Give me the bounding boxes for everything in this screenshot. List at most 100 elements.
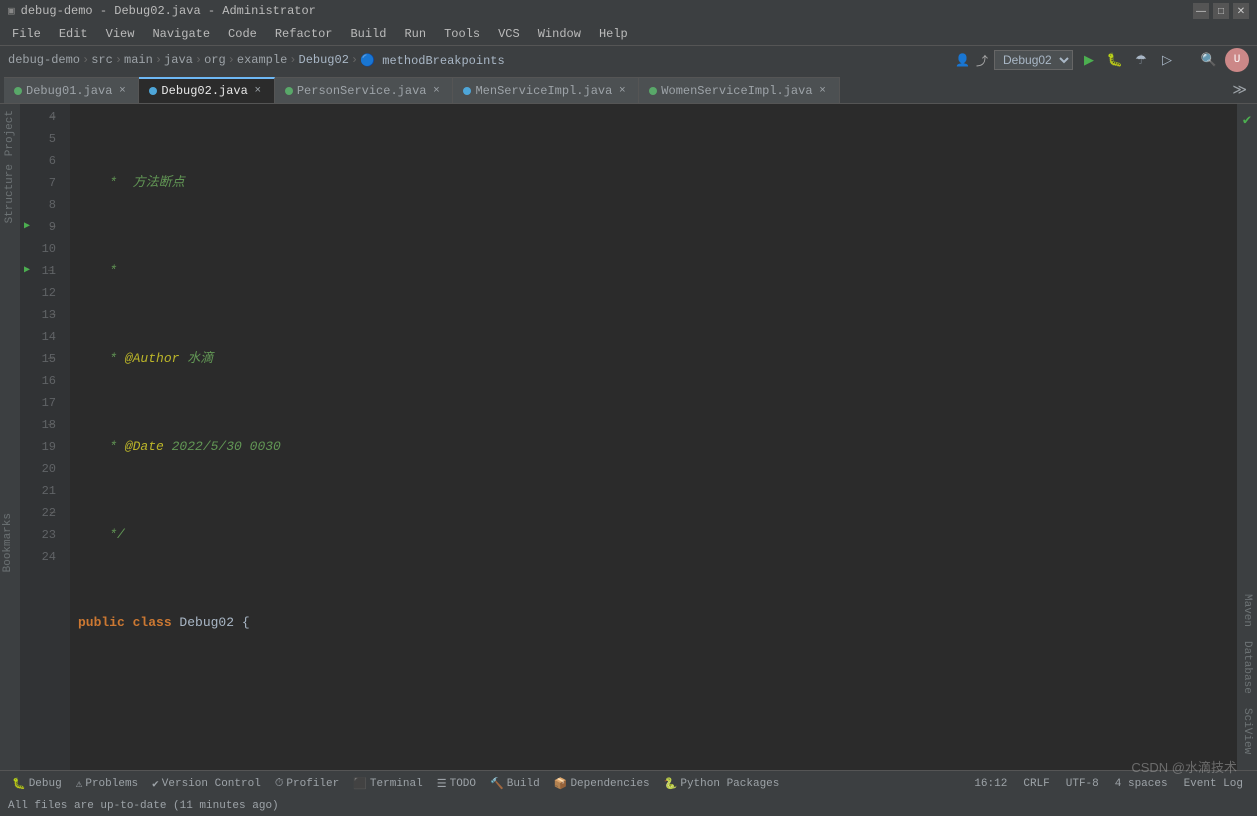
close-button[interactable]: ✕ xyxy=(1233,3,1249,19)
menu-help[interactable]: Help xyxy=(591,25,636,43)
sidebar-sciview[interactable]: SciView xyxy=(1239,704,1255,758)
cursor-icon[interactable]: ⤴ xyxy=(976,52,988,69)
todo-icon: ☰ xyxy=(437,777,447,791)
run-config-select[interactable]: Debug02 xyxy=(994,50,1073,70)
minimize-button[interactable]: — xyxy=(1193,3,1209,19)
menu-window[interactable]: Window xyxy=(530,25,589,43)
line-num-16: 16 xyxy=(20,370,62,392)
main-area: Project Structure 4─ 5 6 7 8 ▶ 9 ─ 10 ▶ … xyxy=(0,104,1257,770)
tab-menservice[interactable]: MenServiceImpl.java × xyxy=(453,77,639,103)
tab-debug01[interactable]: Debug01.java × xyxy=(4,77,139,103)
breadcrumb-project[interactable]: debug-demo xyxy=(8,53,80,67)
menu-edit[interactable]: Edit xyxy=(51,25,96,43)
tab-close-womenservice[interactable]: × xyxy=(817,85,829,97)
line-num-5: 5 xyxy=(20,128,62,150)
status-build-label: Build xyxy=(507,778,540,790)
status-version-control[interactable]: ✔ Version Control xyxy=(146,771,267,797)
code-line-10 xyxy=(78,700,1237,722)
more-run-button[interactable]: ▷ xyxy=(1157,50,1177,70)
title-bar-title: debug-demo - Debug02.java - Administrato… xyxy=(21,4,316,18)
sidebar-structure[interactable]: Structure xyxy=(2,162,18,225)
tab-label-menservice: MenServiceImpl.java xyxy=(475,84,612,98)
status-debug[interactable]: 🐛 Debug xyxy=(6,771,68,797)
checkmark-icon: ✔ xyxy=(1243,112,1251,129)
status-dependencies[interactable]: 📦 Dependencies xyxy=(548,771,656,797)
maximize-button[interactable]: □ xyxy=(1213,3,1229,19)
status-profiler[interactable]: ⏱ Profiler xyxy=(269,771,345,797)
line-num-23: 23 xyxy=(20,524,62,546)
status-terminal[interactable]: ⬛ Terminal xyxy=(347,771,429,797)
tab-close-personservice[interactable]: × xyxy=(430,85,442,97)
menu-view[interactable]: View xyxy=(98,25,143,43)
tab-label-debug02: Debug02.java xyxy=(161,84,247,98)
tab-close-debug02[interactable]: × xyxy=(252,85,264,97)
breadcrumb-debug02[interactable]: Debug02 xyxy=(299,53,349,67)
debug-button[interactable]: 🐛 xyxy=(1105,50,1125,70)
tab-personservice[interactable]: PersonService.java × xyxy=(275,77,454,103)
line-num-15: 15─ xyxy=(20,348,62,370)
tab-debug02[interactable]: Debug02.java × xyxy=(139,77,274,103)
deps-icon: 📦 xyxy=(554,777,568,791)
bottom-message-text: All files are up-to-date (11 minutes ago… xyxy=(8,800,279,812)
status-vc-label: Version Control xyxy=(162,778,261,790)
menu-refactor[interactable]: Refactor xyxy=(267,25,341,43)
menu-navigate[interactable]: Navigate xyxy=(144,25,218,43)
line-num-21: 21 xyxy=(20,480,62,502)
code-editor[interactable]: 4─ 5 6 7 8 ▶ 9 ─ 10 ▶ 11 ─ 12 13─ 14 xyxy=(20,104,1237,770)
menu-build[interactable]: Build xyxy=(342,25,394,43)
coverage-button[interactable]: ☂ xyxy=(1131,50,1151,70)
breadcrumb-main[interactable]: main xyxy=(124,53,153,67)
line-num-17: 17 xyxy=(20,392,62,414)
title-bar: ▣ debug-demo - Debug02.java - Administra… xyxy=(0,0,1257,22)
tab-label-womenservice: WomenServiceImpl.java xyxy=(661,84,812,98)
line-num-6: 6 xyxy=(20,150,62,172)
status-build[interactable]: 🔨 Build xyxy=(484,771,546,797)
run-button[interactable]: ▶ xyxy=(1079,50,1099,70)
menu-run[interactable]: Run xyxy=(396,25,434,43)
tab-indicator-menservice xyxy=(463,87,471,95)
status-problems[interactable]: ⚠ Problems xyxy=(70,771,144,797)
line-num-11: ▶ 11 ─ xyxy=(20,260,62,282)
tab-close-menservice[interactable]: × xyxy=(616,85,628,97)
line-numbers: 4─ 5 6 7 8 ▶ 9 ─ 10 ▶ 11 ─ 12 13─ 14 xyxy=(20,104,70,770)
menu-bar: File Edit View Navigate Code Refactor Bu… xyxy=(0,22,1257,46)
status-todo[interactable]: ☰ TODO xyxy=(431,771,482,797)
tab-label-debug01: Debug01.java xyxy=(26,84,112,98)
tab-more-button[interactable]: ≫ xyxy=(1226,78,1253,103)
status-line-ending: CRLF xyxy=(1015,778,1057,790)
status-python[interactable]: 🐍 Python Packages xyxy=(658,771,786,797)
status-cursor: 16:12 xyxy=(966,778,1015,790)
code-content[interactable]: * 方法断点 * * @Author 水滴 * @Date 2022/5/30 … xyxy=(70,104,1237,770)
menu-tools[interactable]: Tools xyxy=(436,25,488,43)
vcs-icon[interactable]: 👤 xyxy=(955,53,970,68)
bottom-message: All files are up-to-date (11 minutes ago… xyxy=(0,796,1257,816)
breadcrumb-src[interactable]: src xyxy=(91,53,113,67)
code-line-5: * xyxy=(78,260,1237,282)
title-bar-controls[interactable]: — □ ✕ xyxy=(1193,3,1249,19)
sidebar-maven[interactable]: Maven xyxy=(1239,590,1255,631)
line-num-10: 10 xyxy=(20,238,62,260)
code-line-8: */ xyxy=(78,524,1237,546)
breadcrumb-method[interactable]: 🔵 methodBreakpoints xyxy=(360,53,505,68)
breadcrumb-org[interactable]: org xyxy=(204,53,226,67)
breadcrumb-example[interactable]: example xyxy=(237,53,287,67)
tab-womenservice[interactable]: WomenServiceImpl.java × xyxy=(639,77,839,103)
debug-icon: 🐛 xyxy=(12,777,26,791)
code-line-4: * 方法断点 xyxy=(78,172,1237,194)
tab-indicator-womenservice xyxy=(649,87,657,95)
status-problems-label: Problems xyxy=(85,778,138,790)
user-avatar[interactable]: U xyxy=(1225,48,1249,72)
breadcrumb-java[interactable]: java xyxy=(164,53,193,67)
line-num-24: 24 xyxy=(20,546,62,568)
run-controls: Debug02 xyxy=(994,50,1073,70)
sidebar-bookmarks[interactable]: Bookmarks xyxy=(0,509,16,576)
tab-close-debug01[interactable]: × xyxy=(116,85,128,97)
menu-code[interactable]: Code xyxy=(220,25,265,43)
menu-file[interactable]: File xyxy=(4,25,49,43)
menu-vcs[interactable]: VCS xyxy=(490,25,528,43)
sidebar-database[interactable]: Database xyxy=(1239,637,1255,698)
status-debug-label: Debug xyxy=(29,778,62,790)
sidebar-project[interactable]: Project xyxy=(2,108,18,158)
search-button[interactable]: 🔍 xyxy=(1199,50,1219,70)
status-event-log[interactable]: Event Log xyxy=(1176,778,1251,790)
